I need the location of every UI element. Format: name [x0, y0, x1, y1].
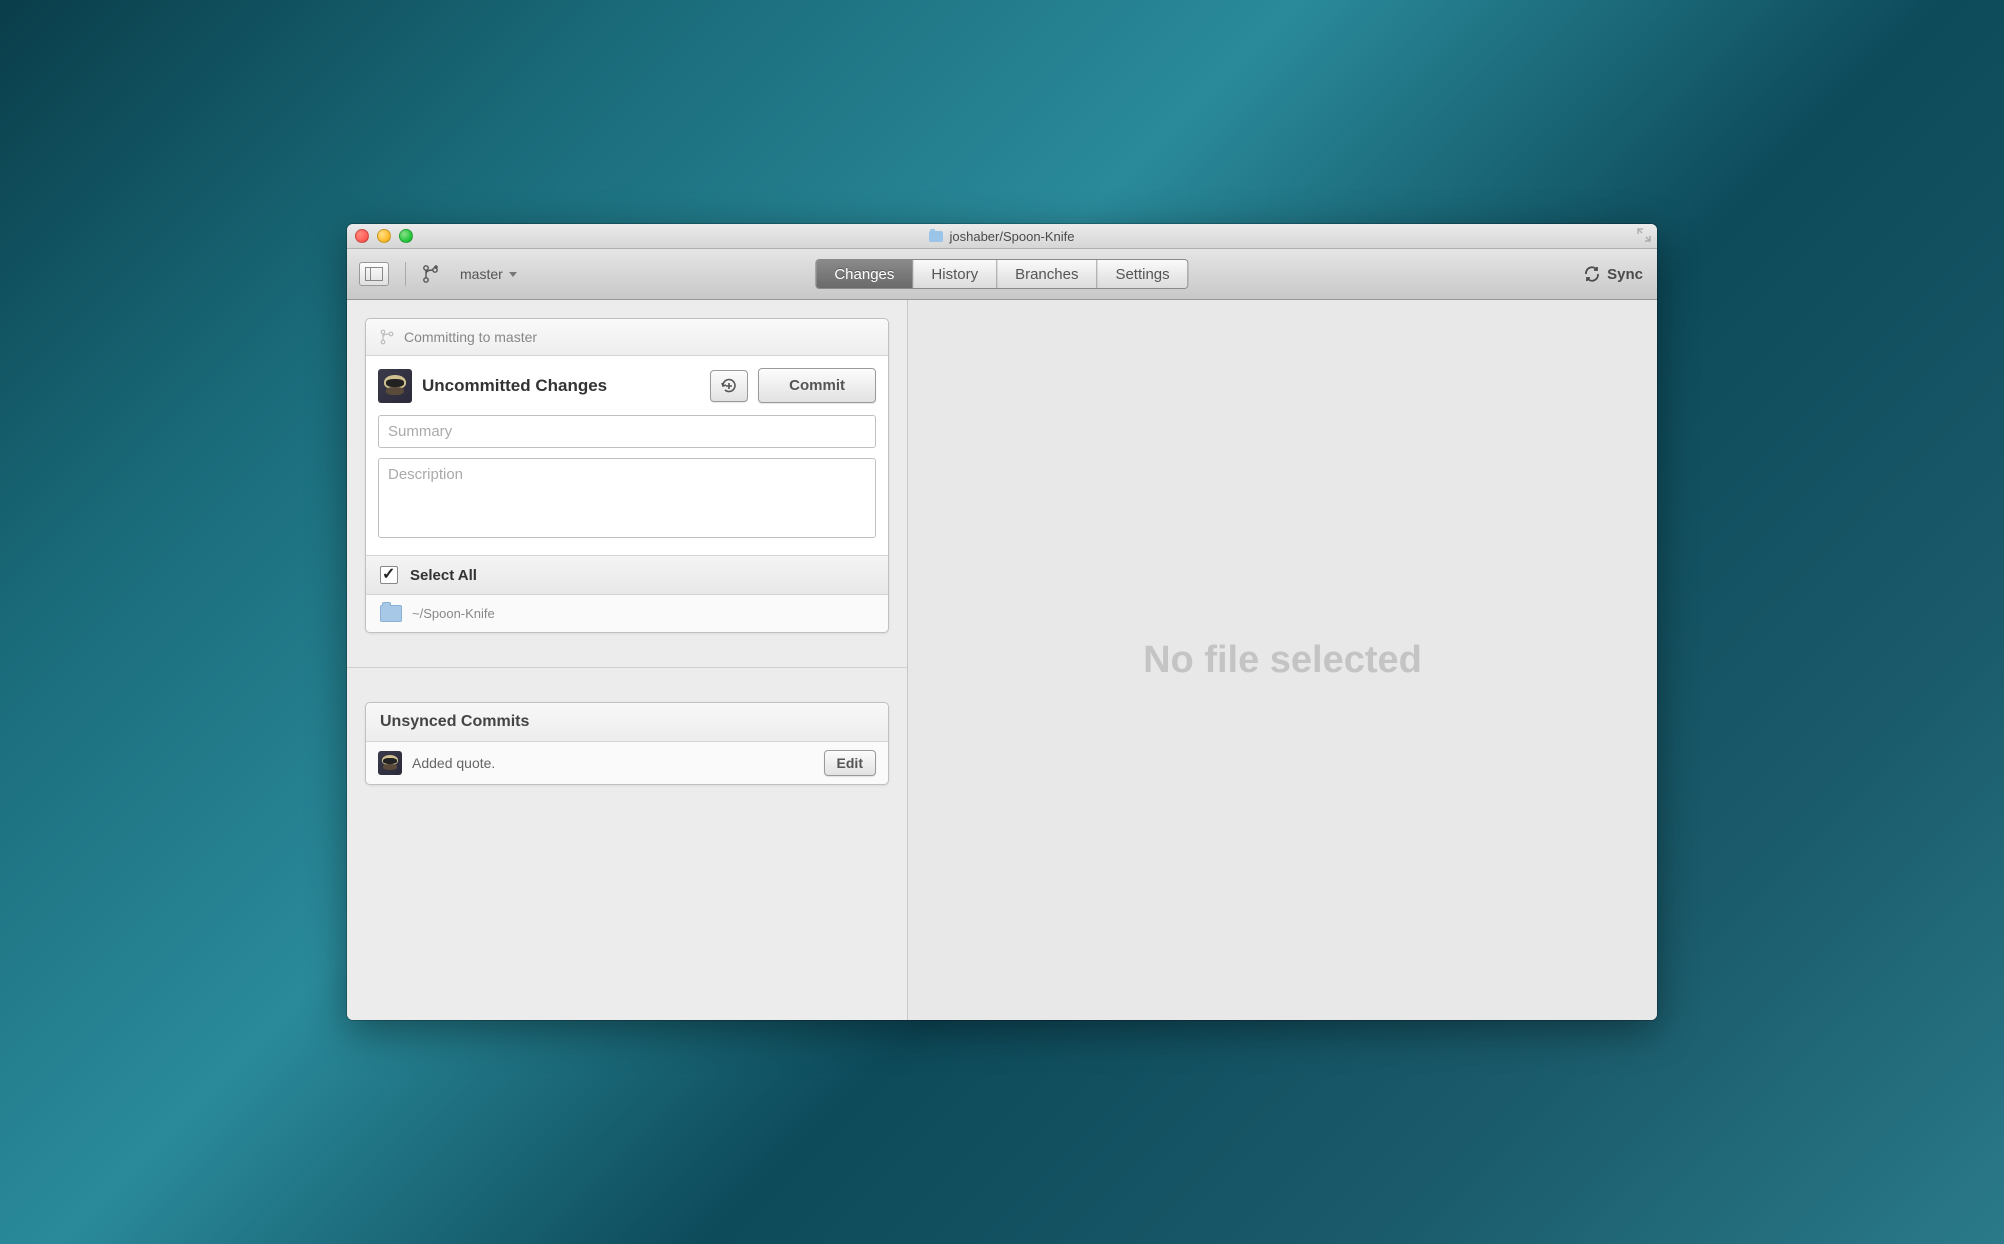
window-title: joshaber/Spoon-Knife [347, 229, 1657, 244]
toolbar: master Changes History Branches Settings… [347, 249, 1657, 300]
tab-branches[interactable]: Branches [997, 260, 1097, 288]
chevron-down-icon [509, 272, 517, 277]
tab-history[interactable]: History [913, 260, 997, 288]
uncommitted-title: Uncommitted Changes [422, 376, 700, 396]
avatar [378, 369, 412, 403]
refresh-icon [719, 376, 739, 396]
unsynced-header: Unsynced Commits [366, 703, 888, 742]
committing-header: Committing to master [366, 319, 888, 356]
toolbar-divider [405, 262, 406, 286]
description-input[interactable] [378, 458, 876, 538]
window-title-text: joshaber/Spoon-Knife [949, 229, 1074, 244]
view-tabs: Changes History Branches Settings [815, 259, 1188, 289]
sidebar-toggle-button[interactable] [359, 262, 389, 286]
content: Committing to master Uncommitted Changes… [347, 300, 1657, 1020]
commit-button[interactable]: Commit [758, 368, 876, 403]
avatar [378, 751, 402, 775]
close-button[interactable] [355, 229, 369, 243]
branch-selector[interactable]: master [452, 262, 525, 286]
fullscreen-icon[interactable] [1637, 228, 1651, 242]
create-branch-icon[interactable] [422, 264, 440, 284]
empty-state: No file selected [1143, 639, 1422, 682]
commit-header: Uncommitted Changes Commit [366, 356, 888, 415]
changes-panel: Committing to master Uncommitted Changes… [365, 318, 889, 633]
traffic-lights [355, 229, 413, 243]
unsynced-title: Unsynced Commits [380, 713, 529, 731]
detail-pane: No file selected [908, 300, 1657, 1020]
branch-icon [380, 329, 394, 345]
tab-settings[interactable]: Settings [1097, 260, 1187, 288]
unsynced-commit[interactable]: Added quote. Edit [366, 742, 888, 784]
app-window: joshaber/Spoon-Knife master Changes Hist… [347, 224, 1657, 1020]
refresh-button[interactable] [710, 370, 748, 402]
summary-input[interactable] [378, 415, 876, 448]
edit-button[interactable]: Edit [824, 750, 876, 776]
left-pane: Committing to master Uncommitted Changes… [347, 300, 908, 1020]
toolbar-left: master [359, 262, 525, 286]
repo-path-row[interactable]: ~/Spoon-Knife [366, 595, 888, 632]
folder-icon [929, 231, 943, 242]
committing-label: Committing to master [404, 329, 537, 345]
branch-name: master [460, 266, 503, 282]
commit-inputs [366, 415, 888, 555]
sync-label: Sync [1607, 266, 1643, 283]
commit-message: Added quote. [412, 755, 814, 771]
tab-changes[interactable]: Changes [816, 260, 913, 288]
select-all-row[interactable]: Select All [366, 555, 888, 595]
sync-icon [1583, 265, 1601, 283]
titlebar: joshaber/Spoon-Knife [347, 224, 1657, 249]
zoom-button[interactable] [399, 229, 413, 243]
repo-path: ~/Spoon-Knife [412, 606, 495, 621]
folder-icon [380, 605, 402, 622]
unsynced-panel: Unsynced Commits Added quote. Edit [365, 702, 889, 785]
minimize-button[interactable] [377, 229, 391, 243]
section-divider [347, 633, 907, 668]
select-all-label: Select All [410, 567, 477, 584]
select-all-checkbox[interactable] [380, 566, 398, 584]
sync-button[interactable]: Sync [1583, 265, 1643, 283]
